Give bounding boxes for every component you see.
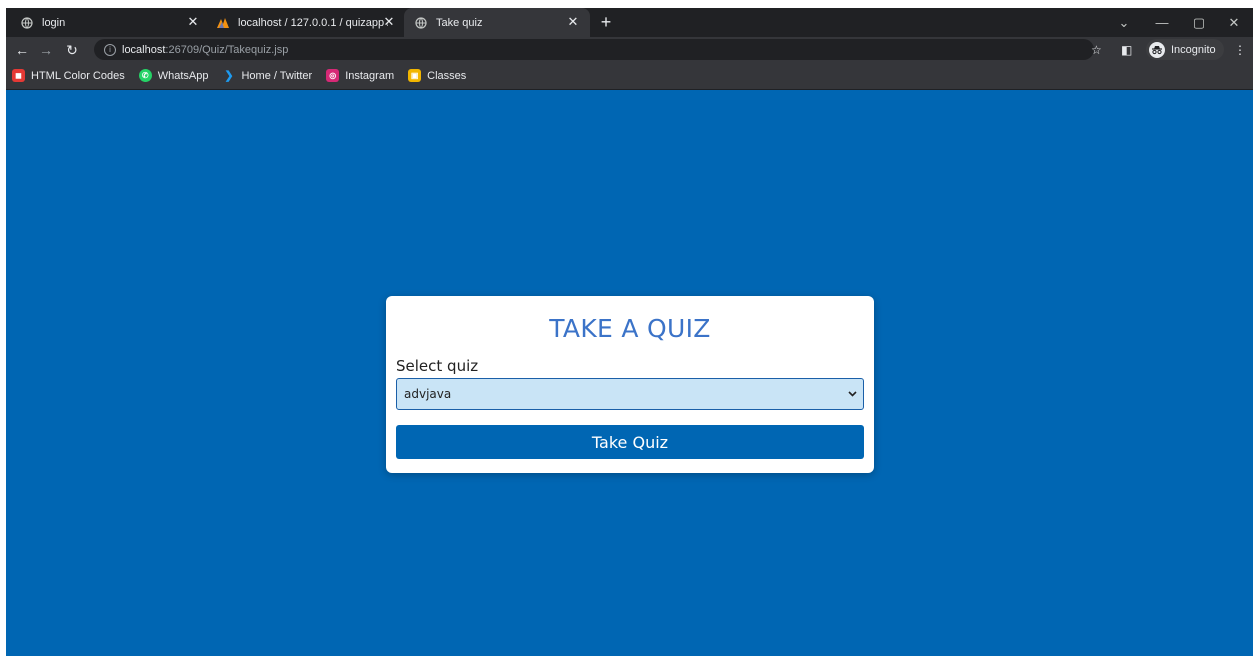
address-bar[interactable]: i localhost:26709/Quiz/Takequiz.jsp xyxy=(94,39,1094,60)
toolbar: ← → ↻ i localhost:26709/Quiz/Takequiz.js… xyxy=(6,37,1253,62)
bookmark-twitter[interactable]: ❯ Home / Twitter xyxy=(222,69,313,83)
new-tab-button[interactable]: + xyxy=(596,12,616,32)
bookmark-whatsapp[interactable]: ✆ WhatsApp xyxy=(138,69,209,82)
bookmark-label: Classes xyxy=(427,69,467,82)
bookmarks-bar: ◼ HTML Color Codes ✆ WhatsApp ❯ Home / T… xyxy=(6,62,1253,90)
tab-label: localhost / 127.0.0.1 / quizapp / xyxy=(238,16,388,29)
close-icon[interactable]: ✕ xyxy=(566,15,580,29)
reload-icon[interactable]: ↻ xyxy=(62,40,82,60)
tab-label: Take quiz xyxy=(436,16,483,29)
page-content: TAKE A QUIZ Select quiz advjava Take Qui… xyxy=(6,90,1253,656)
menu-icon[interactable]: ⋮ xyxy=(1234,40,1246,60)
chevron-down-icon xyxy=(848,389,857,400)
incognito-label: Incognito xyxy=(1171,43,1216,56)
minimize-button[interactable]: — xyxy=(1144,8,1180,37)
phpmyadmin-icon xyxy=(216,16,230,30)
browser-window: login ✕ localhost / 127.0.0.1 / quizapp … xyxy=(6,8,1253,656)
quiz-select-value: advjava xyxy=(404,387,452,401)
page-title: TAKE A QUIZ xyxy=(549,314,711,343)
select-quiz-label: Select quiz xyxy=(396,357,479,375)
take-quiz-card: TAKE A QUIZ Select quiz advjava Take Qui… xyxy=(386,296,874,473)
tab-phpmyadmin[interactable]: localhost / 127.0.0.1 / quizapp / ✕ xyxy=(206,8,406,37)
bookmark-html-color-codes[interactable]: ◼ HTML Color Codes xyxy=(12,69,125,82)
incognito-badge[interactable]: Incognito xyxy=(1146,39,1224,60)
close-window-button[interactable]: ✕ xyxy=(1216,8,1252,37)
take-quiz-button[interactable]: Take Quiz xyxy=(396,425,864,459)
twitter-icon: ❯ xyxy=(224,70,234,82)
close-icon[interactable]: ✕ xyxy=(382,15,396,29)
bookmark-instagram[interactable]: ◎ Instagram xyxy=(326,69,394,82)
whatsapp-icon: ✆ xyxy=(138,69,152,82)
bookmark-label: WhatsApp xyxy=(157,69,209,82)
htmlcolorcodes-icon: ◼ xyxy=(12,69,25,82)
quiz-select[interactable]: advjava xyxy=(396,378,864,410)
info-icon[interactable]: i xyxy=(104,43,116,56)
side-panel-icon[interactable]: ◧ xyxy=(1121,40,1132,60)
url-path: :26709/Quiz/Takequiz.jsp xyxy=(165,43,289,56)
tab-search-icon[interactable]: ⌄ xyxy=(1106,8,1142,37)
bookmark-classes[interactable]: ▣ Classes xyxy=(408,69,466,82)
classroom-icon: ▣ xyxy=(408,69,422,82)
url-host: localhost xyxy=(122,43,166,56)
tab-login[interactable]: login ✕ xyxy=(10,8,210,37)
bookmark-star-icon[interactable]: ☆ xyxy=(1091,40,1102,60)
tab-strip: login ✕ localhost / 127.0.0.1 / quizapp … xyxy=(6,8,1253,37)
tab-label: login xyxy=(42,16,66,29)
back-icon[interactable]: ← xyxy=(12,40,32,60)
forward-icon[interactable]: → xyxy=(36,40,56,60)
instagram-icon: ◎ xyxy=(326,69,340,82)
close-icon[interactable]: ✕ xyxy=(186,15,200,29)
bookmark-label: Instagram xyxy=(345,69,395,82)
globe-icon xyxy=(20,16,34,30)
bookmark-label: HTML Color Codes xyxy=(31,69,125,82)
bookmark-label: Home / Twitter xyxy=(241,69,313,82)
incognito-icon xyxy=(1149,41,1165,58)
globe-icon xyxy=(414,16,428,30)
restore-button[interactable]: ▢ xyxy=(1181,8,1217,37)
tab-take-quiz[interactable]: Take quiz ✕ xyxy=(404,8,590,37)
